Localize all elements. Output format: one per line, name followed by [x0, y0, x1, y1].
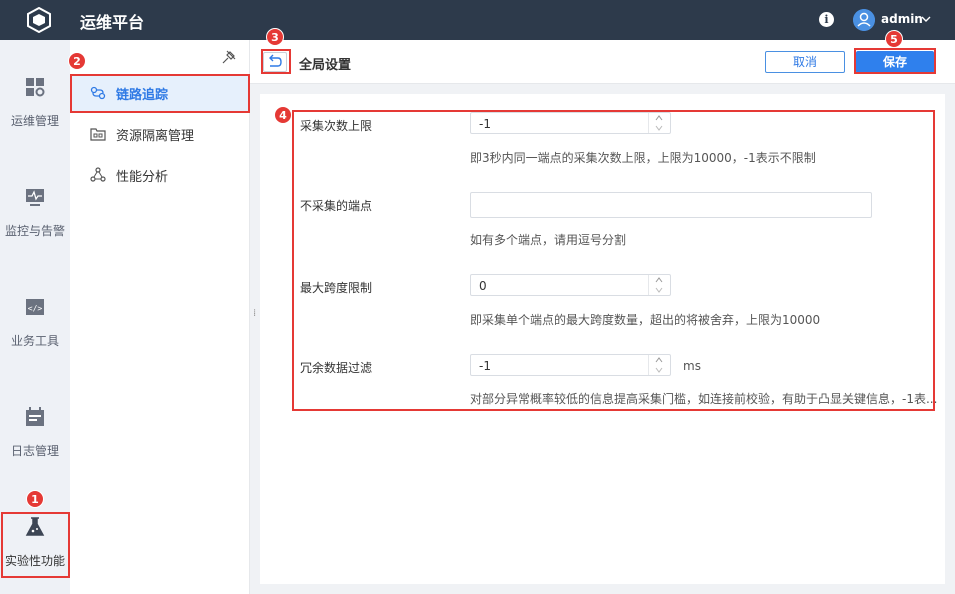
folder-icon [90, 128, 106, 141]
resize-handle[interactable]: ⁞ [253, 308, 257, 324]
nav-label: 业务工具 [10, 334, 59, 348]
annotation-box [70, 74, 250, 113]
nav-item-monitor[interactable]: 监控与告警 [0, 186, 70, 239]
monitor-icon [26, 189, 44, 206]
user-avatar-icon[interactable] [853, 9, 875, 31]
nav-item-ops[interactable]: 运维管理 [0, 76, 70, 129]
user-name[interactable]: admin [881, 12, 923, 26]
logo-icon [27, 7, 51, 33]
nav-item-tools[interactable]: </> 业务工具 [0, 296, 70, 349]
cancel-button[interactable]: 取消 [765, 51, 845, 73]
sub-nav: 链路追踪 资源隔离管理 性能分析 [70, 40, 250, 594]
nav-label: 监控与告警 [4, 224, 65, 238]
nav-item-logs[interactable]: 日志管理 [0, 406, 70, 459]
code-icon: </> [26, 299, 44, 315]
subnav-label: 资源隔离管理 [116, 128, 195, 144]
annotation-badge: 1 [26, 490, 44, 508]
annotation-box [854, 48, 936, 74]
svg-text:</>: </> [28, 304, 43, 313]
subnav-label: 性能分析 [116, 169, 169, 185]
annotation-box [261, 49, 291, 74]
nav-label: 日志管理 [10, 444, 59, 458]
annotation-badge: 4 [274, 106, 292, 124]
annotation-box [1, 512, 70, 578]
annotation-badge: 3 [266, 28, 284, 46]
annotation-box [292, 110, 935, 411]
calendar-icon [26, 407, 44, 426]
annotation-badge: 5 [885, 30, 903, 48]
nodes-icon [90, 167, 106, 182]
top-bar: 运维平台 i admin [0, 0, 955, 40]
page-title: 全局设置 [299, 58, 352, 73]
info-icon[interactable]: i [819, 12, 834, 27]
dashboard-icon [26, 78, 45, 97]
annotation-badge: 2 [68, 52, 86, 70]
nav-label: 运维管理 [10, 114, 59, 128]
chevron-down-icon[interactable] [920, 13, 932, 25]
subnav-item-perf[interactable]: 性能分析 [70, 157, 250, 193]
content-header: 全局设置 取消 保存 [250, 40, 955, 84]
pin-icon[interactable] [222, 50, 236, 64]
main-nav: 运维管理 监控与告警 </> 业务工具 日志管理 实验性功能 [0, 40, 70, 594]
subnav-item-isolation[interactable]: 资源隔离管理 [70, 116, 250, 152]
app-title: 运维平台 [80, 13, 145, 32]
